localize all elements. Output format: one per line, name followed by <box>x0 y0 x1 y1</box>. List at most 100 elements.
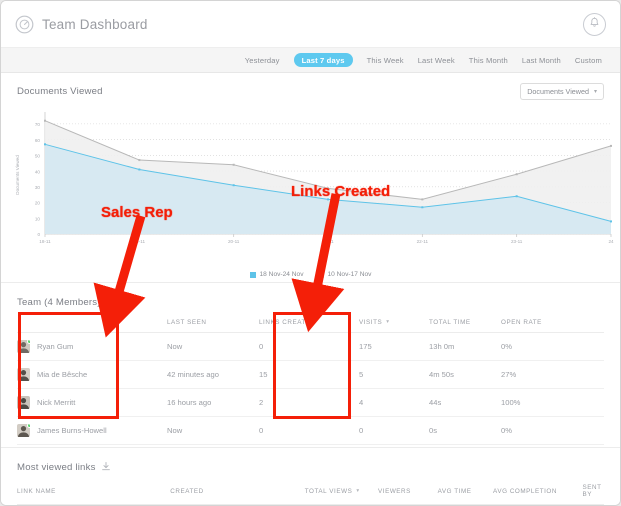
svg-text:18-11: 18-11 <box>39 239 51 244</box>
th-total-views[interactable]: TOTAL VIEWS ▾ <box>304 480 379 505</box>
svg-text:22-11: 22-11 <box>417 239 429 244</box>
team-title: Team (4 Members) <box>17 296 101 308</box>
th-sent-by[interactable]: SENT BY <box>582 480 604 505</box>
th-links-created[interactable]: LINKS CREATED <box>259 315 359 333</box>
svg-text:40: 40 <box>35 169 41 174</box>
table-row[interactable]: Nick Merritt 16 hours ago 2 4 44s 100% <box>17 388 604 417</box>
avatar <box>17 424 30 437</box>
svg-text:30: 30 <box>35 185 41 190</box>
th-visits-label: VISITS <box>359 319 383 326</box>
gauge-icon <box>15 15 34 34</box>
svg-text:50: 50 <box>35 154 41 159</box>
th-avg-completion[interactable]: AVG COMPLETION <box>493 480 583 505</box>
range-last-7-days[interactable]: Last 7 days <box>293 53 353 67</box>
th-visits[interactable]: VISITS ▾ <box>359 315 429 333</box>
range-custom[interactable]: Custom <box>575 56 602 65</box>
top-bar: Team Dashboard <box>1 1 620 48</box>
links-title: Most viewed links <box>17 461 96 473</box>
cell-visits: 4 <box>359 388 429 417</box>
dashboard-app: Team Dashboard Yesterday Last 7 days Thi… <box>0 0 621 506</box>
team-table-body: Ryan Gum Now 0 175 13h 0m 0% Mia de Bêsche 42 m… <box>17 332 604 445</box>
range-last-month[interactable]: Last Month <box>522 56 561 65</box>
th-open-rate[interactable]: OPEN RATE <box>501 315 604 333</box>
svg-text:24: 24 <box>608 239 614 244</box>
svg-text:0: 0 <box>37 232 40 237</box>
svg-text:10: 10 <box>35 216 41 221</box>
area-chart[interactable]: 0 10 20 30 40 50 60 70 18-11 19-11 20-11 21-11 22-11… <box>1 108 621 258</box>
sort-desc-icon: ▾ <box>356 487 360 494</box>
links-panel-header: Most viewed links <box>1 448 620 480</box>
chart-panel: Documents Viewed Documents Viewed ▾ 0 10 2… <box>1 73 620 283</box>
online-status-dot <box>27 340 30 344</box>
chart-panel-header: Documents Viewed Documents Viewed ▾ <box>1 73 620 104</box>
svg-text:21-11: 21-11 <box>322 239 334 244</box>
member-cell[interactable]: Mia de Bêsche <box>17 360 167 389</box>
svg-text:60: 60 <box>35 138 41 143</box>
member-cell[interactable]: Ryan Gum <box>17 332 167 361</box>
svg-text:70: 70 <box>35 122 41 127</box>
th-last-seen[interactable]: LAST SEEN <box>167 315 259 333</box>
th-created[interactable]: CREATED <box>170 480 305 505</box>
download-icon[interactable] <box>106 293 115 311</box>
bell-icon <box>589 15 600 33</box>
range-this-week[interactable]: This Week <box>367 56 404 65</box>
legend-item-previous[interactable]: 10 Nov-17 Nov <box>317 271 372 278</box>
legend-swatch-blue <box>249 271 256 278</box>
team-panel-header: Team (4 Members) <box>1 283 620 315</box>
cell-last-seen: Now <box>167 332 259 361</box>
table-row[interactable]: James Burns-Howell Now 0 0 0s 0% <box>17 416 604 445</box>
avatar <box>17 396 30 409</box>
cell-open-rate: 100% <box>501 388 604 417</box>
th-total-time[interactable]: TOTAL TIME <box>429 315 501 333</box>
table-row[interactable]: Mia de Bêsche 42 minutes ago 15 5 4m 50s 27% <box>17 360 604 389</box>
cell-total-time: 44s <box>429 388 501 417</box>
cell-visits: 175 <box>359 332 429 361</box>
th-link-name[interactable]: LINK NAME <box>17 480 171 505</box>
team-table: LAST SEEN LINKS CREATED VISITS ▾ TOTAL TI… <box>17 315 604 445</box>
cell-open-rate: 0% <box>501 332 604 361</box>
th-member[interactable] <box>17 315 167 333</box>
cell-visits: 0 <box>359 416 429 445</box>
range-this-month[interactable]: This Month <box>469 56 508 65</box>
cell-last-seen: 16 hours ago <box>167 388 259 417</box>
member-name: Mia de Bêsche <box>37 370 88 379</box>
range-yesterday[interactable]: Yesterday <box>245 56 280 65</box>
avatar <box>17 340 30 353</box>
chart-area: 0 10 20 30 40 50 60 70 18-11 19-11 20-11 21-11 22-11… <box>1 104 620 282</box>
th-viewers[interactable]: VIEWERS <box>378 480 438 505</box>
team-table-head: LAST SEEN LINKS CREATED VISITS ▾ TOTAL TI… <box>17 315 604 333</box>
cell-links-created: 2 <box>259 388 359 417</box>
sort-desc-icon: ▾ <box>386 319 390 326</box>
svg-text:23-11: 23-11 <box>511 239 523 244</box>
chart-title: Documents Viewed <box>17 86 103 97</box>
notifications-button[interactable] <box>583 12 606 36</box>
svg-text:19-11: 19-11 <box>134 239 146 244</box>
metric-select[interactable]: Documents Viewed ▾ <box>520 83 604 100</box>
chart-legend: 18 Nov-24 Nov 10 Nov-17 Nov <box>1 271 620 278</box>
range-last-week[interactable]: Last Week <box>418 56 455 65</box>
download-icon[interactable] <box>101 458 110 476</box>
brand: Team Dashboard <box>15 15 148 34</box>
legend-item-current[interactable]: 18 Nov-24 Nov <box>249 271 304 278</box>
cell-last-seen: 42 minutes ago <box>167 360 259 389</box>
metric-select-value: Documents Viewed <box>527 87 589 96</box>
cell-total-time: 4m 50s <box>429 360 501 389</box>
svg-text:20: 20 <box>35 201 41 206</box>
date-range-filter: Yesterday Last 7 days This Week Last Wee… <box>1 48 620 73</box>
links-table-head: LINK NAME CREATED TOTAL VIEWS ▾ VIEWERS A… <box>17 480 604 505</box>
th-avg-time[interactable]: AVG TIME <box>437 480 494 505</box>
svg-text:Documents Viewed: Documents Viewed <box>15 155 20 195</box>
avatar <box>17 368 30 381</box>
cell-open-rate: 27% <box>501 360 604 389</box>
legend-label-previous: 10 Nov-17 Nov <box>327 271 372 278</box>
member-cell[interactable]: James Burns-Howell <box>17 416 167 445</box>
member-name: James Burns-Howell <box>37 426 107 435</box>
table-row[interactable]: Ryan Gum Now 0 175 13h 0m 0% <box>17 332 604 361</box>
legend-label-current: 18 Nov-24 Nov <box>259 271 304 278</box>
member-cell[interactable]: Nick Merritt <box>17 388 167 417</box>
cell-links-created: 0 <box>259 332 359 361</box>
svg-text:20-11: 20-11 <box>228 239 240 244</box>
cell-open-rate: 0% <box>501 416 604 445</box>
cell-total-time: 0s <box>429 416 501 445</box>
chevron-down-icon: ▾ <box>593 88 597 95</box>
